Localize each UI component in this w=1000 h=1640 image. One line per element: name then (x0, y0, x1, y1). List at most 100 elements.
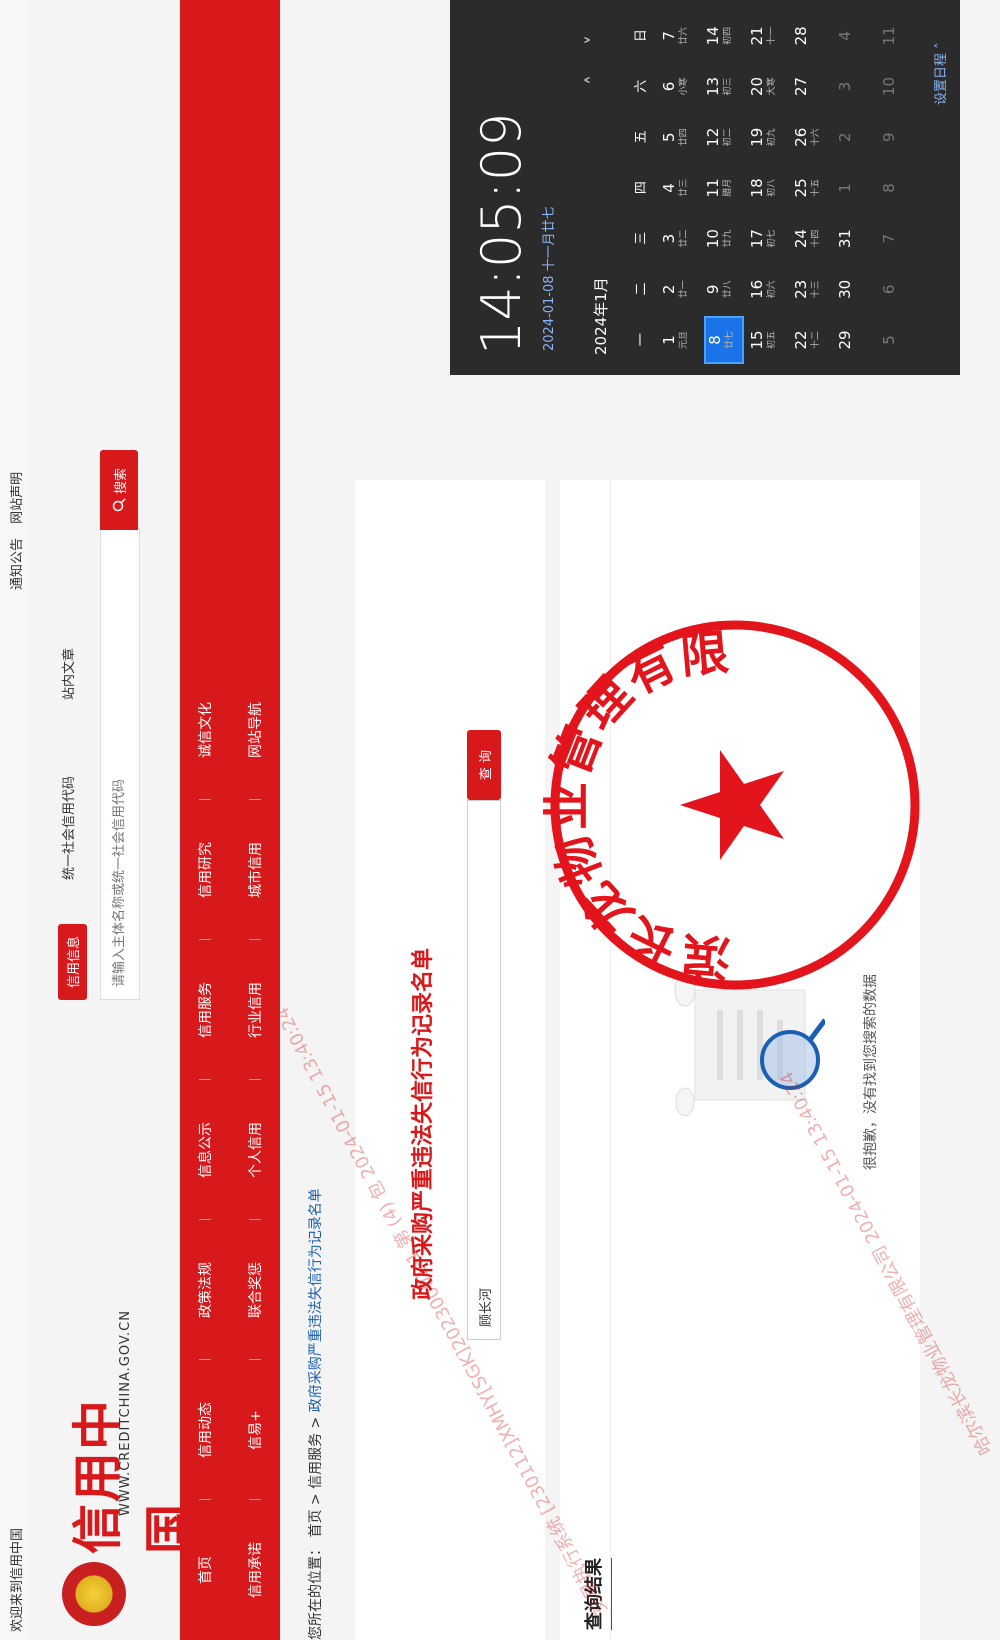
next-month-icon[interactable]: ˅ (582, 35, 606, 45)
nav-site-map[interactable]: 网站导航 (245, 660, 265, 800)
breadcrumb-current[interactable]: 政府采购严重违法失信行为记录名单 (308, 1188, 324, 1412)
calendar-day[interactable]: 7 廿六 (660, 12, 700, 60)
nav-disclosure[interactable]: 信息公示 (195, 1080, 215, 1220)
calendar-day[interactable]: 30 (836, 265, 876, 313)
nav-credit-service[interactable]: 信用服务 (195, 940, 215, 1080)
weekday: 六 (634, 79, 649, 93)
site-logo[interactable]: 信用中国 WWW.CREDITCHINA.GOV.CN (38, 1310, 199, 1640)
notice-link[interactable]: 通知公告 (10, 538, 25, 590)
search-button[interactable]: 搜索 (100, 450, 138, 530)
calendar-day-number: 31 (836, 229, 854, 249)
calendar-day-number: 18 (748, 178, 766, 198)
calendar-lunar-label: 十一 (767, 26, 777, 45)
clock-time: 14:05:09 (470, 112, 533, 355)
calendar-day[interactable]: 4 廿三 (660, 164, 700, 212)
calendar-day[interactable]: 13 初三 (704, 63, 744, 111)
tab-credit-info[interactable]: 信用信息 (58, 923, 87, 1000)
calendar-day[interactable]: 22 十二 (792, 316, 832, 364)
calendar-day[interactable]: 1 (836, 164, 876, 212)
nav-industry-credit[interactable]: 行业信用 (245, 940, 265, 1080)
clock-date[interactable]: 2024-01-08 十一月廿七 (538, 206, 557, 351)
calendar-day[interactable]: 3 廿二 (660, 215, 700, 263)
calendar-day-number: 4 (836, 31, 854, 41)
calendar-day-number: 20 (748, 76, 766, 97)
tab-site-articles[interactable]: 站内文章 (58, 648, 77, 700)
calendar-day[interactable]: 17 初七 (748, 215, 788, 263)
calendar-day-number: 26 (792, 127, 810, 147)
nav-integrity-culture[interactable]: 诚信文化 (195, 660, 215, 800)
calendar-day-number: 29 (836, 330, 854, 350)
calendar-day-today[interactable]: 8 廿七 (704, 316, 744, 364)
tab-credit-code[interactable]: 统一社会信用代码 (58, 776, 77, 880)
calendar-day[interactable]: 7 (880, 215, 920, 263)
calendar-day[interactable]: 11 (880, 12, 920, 60)
calendar-day[interactable]: 14 初四 (704, 12, 744, 60)
calendar-day-number: 9 (704, 284, 722, 295)
calendar-day[interactable]: 11 腊月 (704, 164, 744, 212)
search-input[interactable] (111, 545, 128, 989)
calendar-day[interactable]: 10 廿九 (704, 215, 744, 263)
breadcrumb-home[interactable]: 首页 (308, 1510, 324, 1538)
query-button[interactable]: 查 询 (467, 730, 501, 800)
weekday: 三 (634, 231, 649, 245)
nav-credit-commitment[interactable]: 信用承诺 (245, 1500, 265, 1640)
top-links: 通知公告 网站声明 (6, 462, 25, 590)
calendar-day[interactable]: 1 元旦 (660, 316, 700, 364)
set-schedule-link[interactable]: 设置日程 ˄ (930, 42, 949, 105)
calendar-day[interactable]: 4 (836, 12, 876, 60)
calendar-day-number: 7 (660, 31, 678, 41)
calendar-lunar-label: 元旦 (679, 331, 689, 350)
calendar-lunar-label: 十五 (811, 178, 821, 197)
calendar-day[interactable]: 10 (880, 63, 920, 111)
calendar-day-number: 13 (704, 76, 722, 97)
calendar-day[interactable]: 15 初五 (748, 316, 788, 364)
calendar-day[interactable]: 2 (836, 113, 876, 161)
calendar-day-number: 6 (660, 81, 678, 92)
calendar-day-number: 8 (706, 335, 724, 345)
calendar-day[interactable]: 6 小寒 (660, 63, 700, 111)
calendar-day[interactable]: 25 十五 (792, 164, 832, 212)
breadcrumb-credit-service[interactable]: 信用服务 (308, 1433, 324, 1489)
calendar-lunar-label: 十二 (811, 331, 821, 350)
calendar-day-number: 3 (660, 233, 678, 244)
calendar-day[interactable]: 26 十六 (792, 113, 832, 161)
calendar-day[interactable]: 29 (836, 316, 876, 364)
calendar-day[interactable]: 31 (836, 215, 876, 263)
nav-credit-news[interactable]: 信用动态 (195, 1360, 215, 1500)
calendar-day[interactable]: 8 (880, 164, 920, 212)
calendar-day[interactable]: 6 (880, 265, 920, 313)
calendar-day[interactable]: 28 (792, 12, 832, 60)
calendar-month[interactable]: 2024年1月 (590, 277, 611, 355)
query-input[interactable] (467, 800, 501, 1340)
calendar-day[interactable]: 5 廿四 (660, 113, 700, 161)
calendar-day[interactable]: 12 初二 (704, 113, 744, 161)
calendar-day[interactable]: 5 (880, 316, 920, 364)
prev-month-icon[interactable]: ˄ (582, 75, 606, 85)
calendar-day[interactable]: 9 (880, 113, 920, 161)
nav-policies[interactable]: 政策法规 (195, 1220, 215, 1360)
calendar-day[interactable]: 20 大寒 (748, 63, 788, 111)
calendar-day[interactable]: 3 (836, 63, 876, 111)
calendar-day[interactable]: 21 十一 (748, 12, 788, 60)
calendar-day-number: 25 (792, 178, 810, 198)
nav-credit-research[interactable]: 信用研究 (195, 800, 215, 940)
calendar-day-number: 19 (748, 127, 766, 147)
calendar-day[interactable]: 27 (792, 63, 832, 111)
calendar-day[interactable]: 2 廿一 (660, 265, 700, 313)
weekday: 日 (634, 29, 649, 43)
nav-home[interactable]: 首页 (195, 1500, 215, 1640)
calendar-day[interactable]: 24 十四 (792, 215, 832, 263)
nav-joint-rewards[interactable]: 联合奖惩 (245, 1220, 265, 1360)
weekday: 二 (634, 282, 649, 296)
calendar-lunar-label: 十六 (811, 128, 821, 147)
calendar-day[interactable]: 16 初六 (748, 265, 788, 313)
calendar-day[interactable]: 18 初八 (748, 164, 788, 212)
nav-city-credit[interactable]: 城市信用 (245, 800, 265, 940)
nav-personal-credit[interactable]: 个人信用 (245, 1080, 265, 1220)
calendar-day[interactable]: 23 十三 (792, 265, 832, 313)
nav-xinyi-plus[interactable]: 信易+ (245, 1360, 265, 1500)
statement-link[interactable]: 网站声明 (10, 472, 25, 524)
calendar-day[interactable]: 19 初九 (748, 113, 788, 161)
screen: 欢迎来到信用中国 通知公告 网站声明 信用中国 WWW.CREDITCHINA.… (0, 0, 1000, 1640)
calendar-day[interactable]: 9 廿八 (704, 265, 744, 313)
